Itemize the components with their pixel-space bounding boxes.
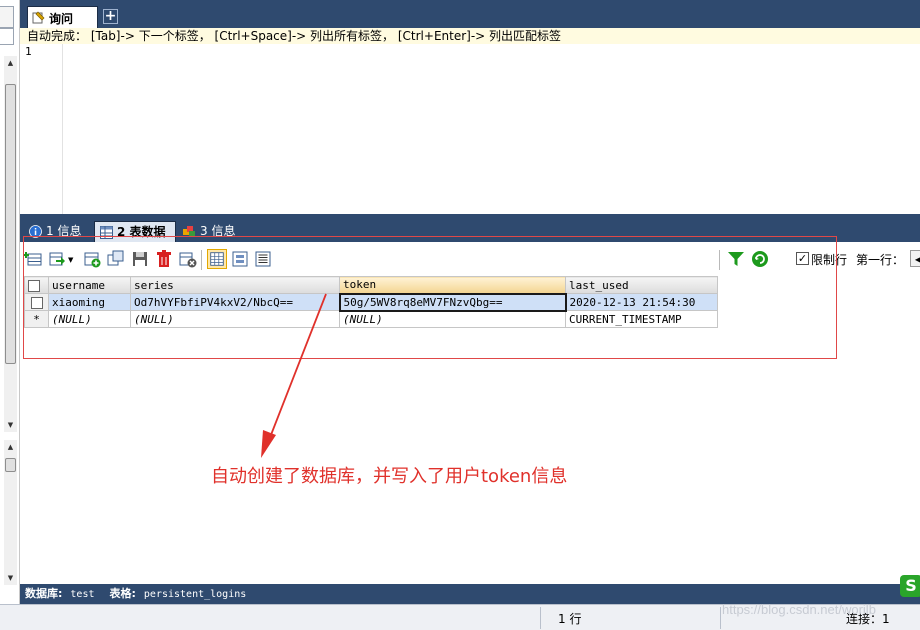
scroll-down-arrow-icon[interactable]: ▼ — [4, 571, 17, 585]
tab-query[interactable]: 询问 — [27, 6, 98, 28]
object-browser-edge — [0, 6, 14, 28]
object-browser-edge-lower — [0, 28, 14, 45]
line-number-gutter: 1 — [20, 44, 63, 214]
annotation-arrow-icon — [261, 293, 327, 458]
sogou-logo-icon: S — [900, 575, 920, 597]
annotation-highlight-box — [23, 236, 837, 359]
table-label: 表格: — [109, 587, 136, 600]
scroll-up-arrow-icon[interactable]: ▲ — [4, 56, 17, 70]
scroll-thumb[interactable] — [5, 458, 16, 472]
query-tab-bar — [20, 0, 920, 28]
object-statusbar: 数据库: test 表格: persistent_logins — [20, 584, 920, 604]
query-icon — [32, 11, 45, 24]
previous-page-button[interactable]: ◀ — [910, 250, 920, 267]
row-count: 1 行 — [558, 612, 582, 626]
database-value: test — [70, 589, 95, 600]
scroll-thumb[interactable] — [5, 84, 16, 364]
scroll-down-arrow-icon[interactable]: ▼ — [4, 418, 17, 432]
annotation-text: 自动创建了数据库，并写入了用户token信息 — [211, 466, 568, 487]
left-lower-scrollbar[interactable]: ▲ ▼ — [4, 440, 17, 585]
status-separator — [540, 607, 541, 629]
scroll-up-arrow-icon[interactable]: ▲ — [4, 440, 17, 454]
line-number: 1 — [25, 45, 32, 58]
left-upper-scrollbar[interactable]: ▲ ▼ — [4, 56, 17, 432]
table-value: persistent_logins — [143, 589, 247, 600]
add-tab-button[interactable]: + — [103, 9, 118, 24]
tab-query-label: 询问 — [49, 12, 74, 26]
watermark: https://blog.csdn.net/worilb — [722, 602, 876, 617]
first-row-label: 第一行： — [856, 253, 905, 267]
status-separator — [720, 607, 721, 629]
query-editor[interactable] — [64, 44, 920, 214]
database-label: 数据库: — [25, 587, 63, 600]
autocomplete-hint: 自动完成： [Tab]-> 下一个标签， [Ctrl+Space]-> 列出所有… — [20, 28, 920, 44]
